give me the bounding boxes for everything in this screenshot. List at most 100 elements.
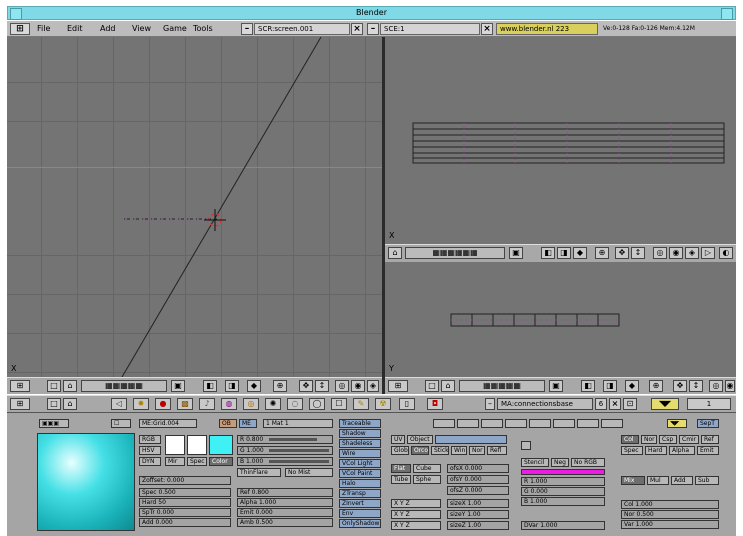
- flag-zinvert[interactable]: ZInvert: [339, 499, 381, 508]
- global-local-icon[interactable]: ⊕: [273, 380, 287, 392]
- layer-buttons[interactable]: ▦▦▦▦▦: [459, 380, 545, 392]
- display-buttons-icon[interactable]: ◯: [309, 398, 325, 410]
- flag-halo[interactable]: Halo: [339, 479, 381, 488]
- flag-vcol-paint[interactable]: VCol Paint: [339, 469, 381, 478]
- layer-buttons[interactable]: ▦▦▦▦▦: [81, 380, 167, 392]
- menu-view[interactable]: View: [132, 24, 151, 33]
- color-mode-dyn[interactable]: DYN: [139, 457, 161, 466]
- tex-nav-buttons[interactable]: ◥◤: [667, 419, 687, 428]
- map-x-row[interactable]: X Y Z: [391, 499, 441, 508]
- translate-icon[interactable]: ✥: [673, 380, 687, 392]
- translate-icon[interactable]: ✥: [615, 247, 629, 259]
- shading-icon[interactable]: ◉: [669, 247, 683, 259]
- translate-icon[interactable]: ✥: [299, 380, 313, 392]
- var-factor-slider[interactable]: Var 1.000: [621, 520, 719, 529]
- material-preview-icon[interactable]: ◘: [427, 398, 443, 410]
- menu-add[interactable]: Add: [100, 24, 116, 33]
- map-y-row[interactable]: X Y Z: [391, 510, 441, 519]
- global-local-icon[interactable]: ⊕: [649, 380, 663, 392]
- flag-shadow[interactable]: Shadow: [339, 429, 381, 438]
- tex-channel-4[interactable]: [505, 419, 527, 428]
- mir-button[interactable]: Mir: [165, 457, 185, 466]
- lock-icon[interactable]: ▣: [549, 380, 563, 392]
- window-menu-icon[interactable]: [10, 8, 22, 20]
- material-browse-button[interactable]: –: [485, 398, 495, 410]
- radiosity-icon[interactable]: ✺: [265, 398, 281, 410]
- radiation-icon[interactable]: ☢: [375, 398, 391, 410]
- material-buttons-icon[interactable]: ●: [155, 398, 171, 410]
- screen-name-field[interactable]: SCR:screen.001: [254, 23, 350, 35]
- menu-tools[interactable]: Tools: [193, 24, 213, 33]
- global-local-icon[interactable]: ⊕: [595, 247, 609, 259]
- stencil-button[interactable]: Stencil: [521, 458, 549, 467]
- pivot-icon[interactable]: ◆: [573, 247, 587, 259]
- home-icon[interactable]: ⌂: [441, 380, 455, 392]
- sptr-slider[interactable]: SpTr 0.000: [139, 508, 231, 517]
- size-x-field[interactable]: sizeX 1.00: [447, 499, 509, 508]
- rotate-view-icon[interactable]: ◎: [335, 380, 349, 392]
- tex-channel-8[interactable]: [601, 419, 623, 428]
- flag-shadeless[interactable]: Shadeless: [339, 439, 381, 448]
- spec-button[interactable]: Spec: [187, 457, 207, 466]
- menu-file[interactable]: File: [37, 24, 50, 33]
- fullscreen-icon[interactable]: □: [47, 398, 61, 410]
- me-button[interactable]: ME: [239, 419, 257, 428]
- draw-type-icon[interactable]: ◧: [541, 247, 555, 259]
- scene-delete-button[interactable]: ×: [481, 23, 493, 35]
- flag-wire[interactable]: Wire: [339, 449, 381, 458]
- window-type-icon[interactable]: ⊞: [388, 380, 408, 392]
- realtime-buttons-icon[interactable]: ☐: [331, 398, 347, 410]
- proj-cube[interactable]: Cube: [413, 464, 441, 473]
- mapto-ref[interactable]: Ref: [701, 435, 719, 444]
- rotate-view-icon[interactable]: ◎: [653, 247, 667, 259]
- paint-buttons-icon[interactable]: ✎: [353, 398, 369, 410]
- material-name-field[interactable]: MA:connectionsbase: [497, 398, 593, 410]
- menu-edit[interactable]: Edit: [67, 24, 83, 33]
- flag-onlyshadow[interactable]: OnlyShadow: [339, 519, 381, 528]
- blend-mul[interactable]: Mul: [647, 476, 669, 485]
- color-mode-hsv[interactable]: HSV: [139, 446, 161, 455]
- proj-flat[interactable]: Flat: [391, 464, 411, 473]
- material-autoname-icon[interactable]: ⊡: [623, 398, 637, 410]
- material-color-swatch[interactable]: [209, 435, 233, 455]
- flag-ztransp[interactable]: ZTransp: [339, 489, 381, 498]
- render-icon[interactable]: ◐: [719, 247, 733, 259]
- spec-slider[interactable]: Spec 0.500: [139, 488, 231, 497]
- view-mode-buttons[interactable]: ▦▦▦▦▦▦: [405, 247, 505, 259]
- tex-channel-7[interactable]: [577, 419, 599, 428]
- ofs-x-field[interactable]: ofsX 0.000: [447, 464, 509, 473]
- blend-mix[interactable]: Mix: [621, 476, 645, 485]
- animation-buttons-icon[interactable]: ♪: [199, 398, 215, 410]
- tex-channel-1[interactable]: [433, 419, 455, 428]
- emit-slider[interactable]: Emit 0.000: [237, 508, 333, 517]
- tex-color-swatch[interactable]: [521, 469, 605, 475]
- mapto-nor[interactable]: Nor: [641, 435, 657, 444]
- texco-object-name[interactable]: [435, 435, 507, 444]
- top-right-3d-viewport[interactable]: X: [385, 37, 736, 244]
- color-button[interactable]: Color: [209, 457, 233, 466]
- lock-icon[interactable]: ▣: [509, 247, 523, 259]
- home-icon[interactable]: ◈: [685, 247, 699, 259]
- thin-flare-button[interactable]: ThinFlare: [237, 468, 281, 477]
- sep-t-button[interactable]: SepT: [697, 419, 719, 428]
- ref-slider[interactable]: Ref 0.800: [237, 488, 333, 497]
- mapto-col[interactable]: Col: [621, 435, 639, 444]
- tex-channel-3[interactable]: [481, 419, 503, 428]
- window-type-icon[interactable]: ⊞: [10, 380, 30, 392]
- view-buttons-icon[interactable]: ◁: [111, 398, 127, 410]
- texture-buttons-icon[interactable]: ▩: [177, 398, 193, 410]
- pivot-icon[interactable]: ◆: [247, 380, 261, 392]
- proj-tube[interactable]: Tube: [391, 475, 411, 484]
- zoom-icon[interactable]: ↕: [315, 380, 329, 392]
- dvar-slider[interactable]: DVar 1.000: [521, 521, 605, 530]
- col-factor-slider[interactable]: Col 1.000: [621, 500, 719, 509]
- tex-channel-5[interactable]: [529, 419, 551, 428]
- vertex-paint-icon[interactable]: ◎: [243, 398, 259, 410]
- tex-b-slider[interactable]: B 1.000: [521, 497, 605, 506]
- blend-add[interactable]: Add: [671, 476, 693, 485]
- preview-type-buttons[interactable]: ▣▣▣: [39, 419, 69, 428]
- window-type-icon[interactable]: ⊞: [10, 398, 30, 410]
- mesh-name-field[interactable]: ME:Grid.004: [139, 419, 197, 428]
- zoom-icon[interactable]: ↕: [631, 247, 645, 259]
- mapto-emit[interactable]: Emit: [697, 446, 719, 455]
